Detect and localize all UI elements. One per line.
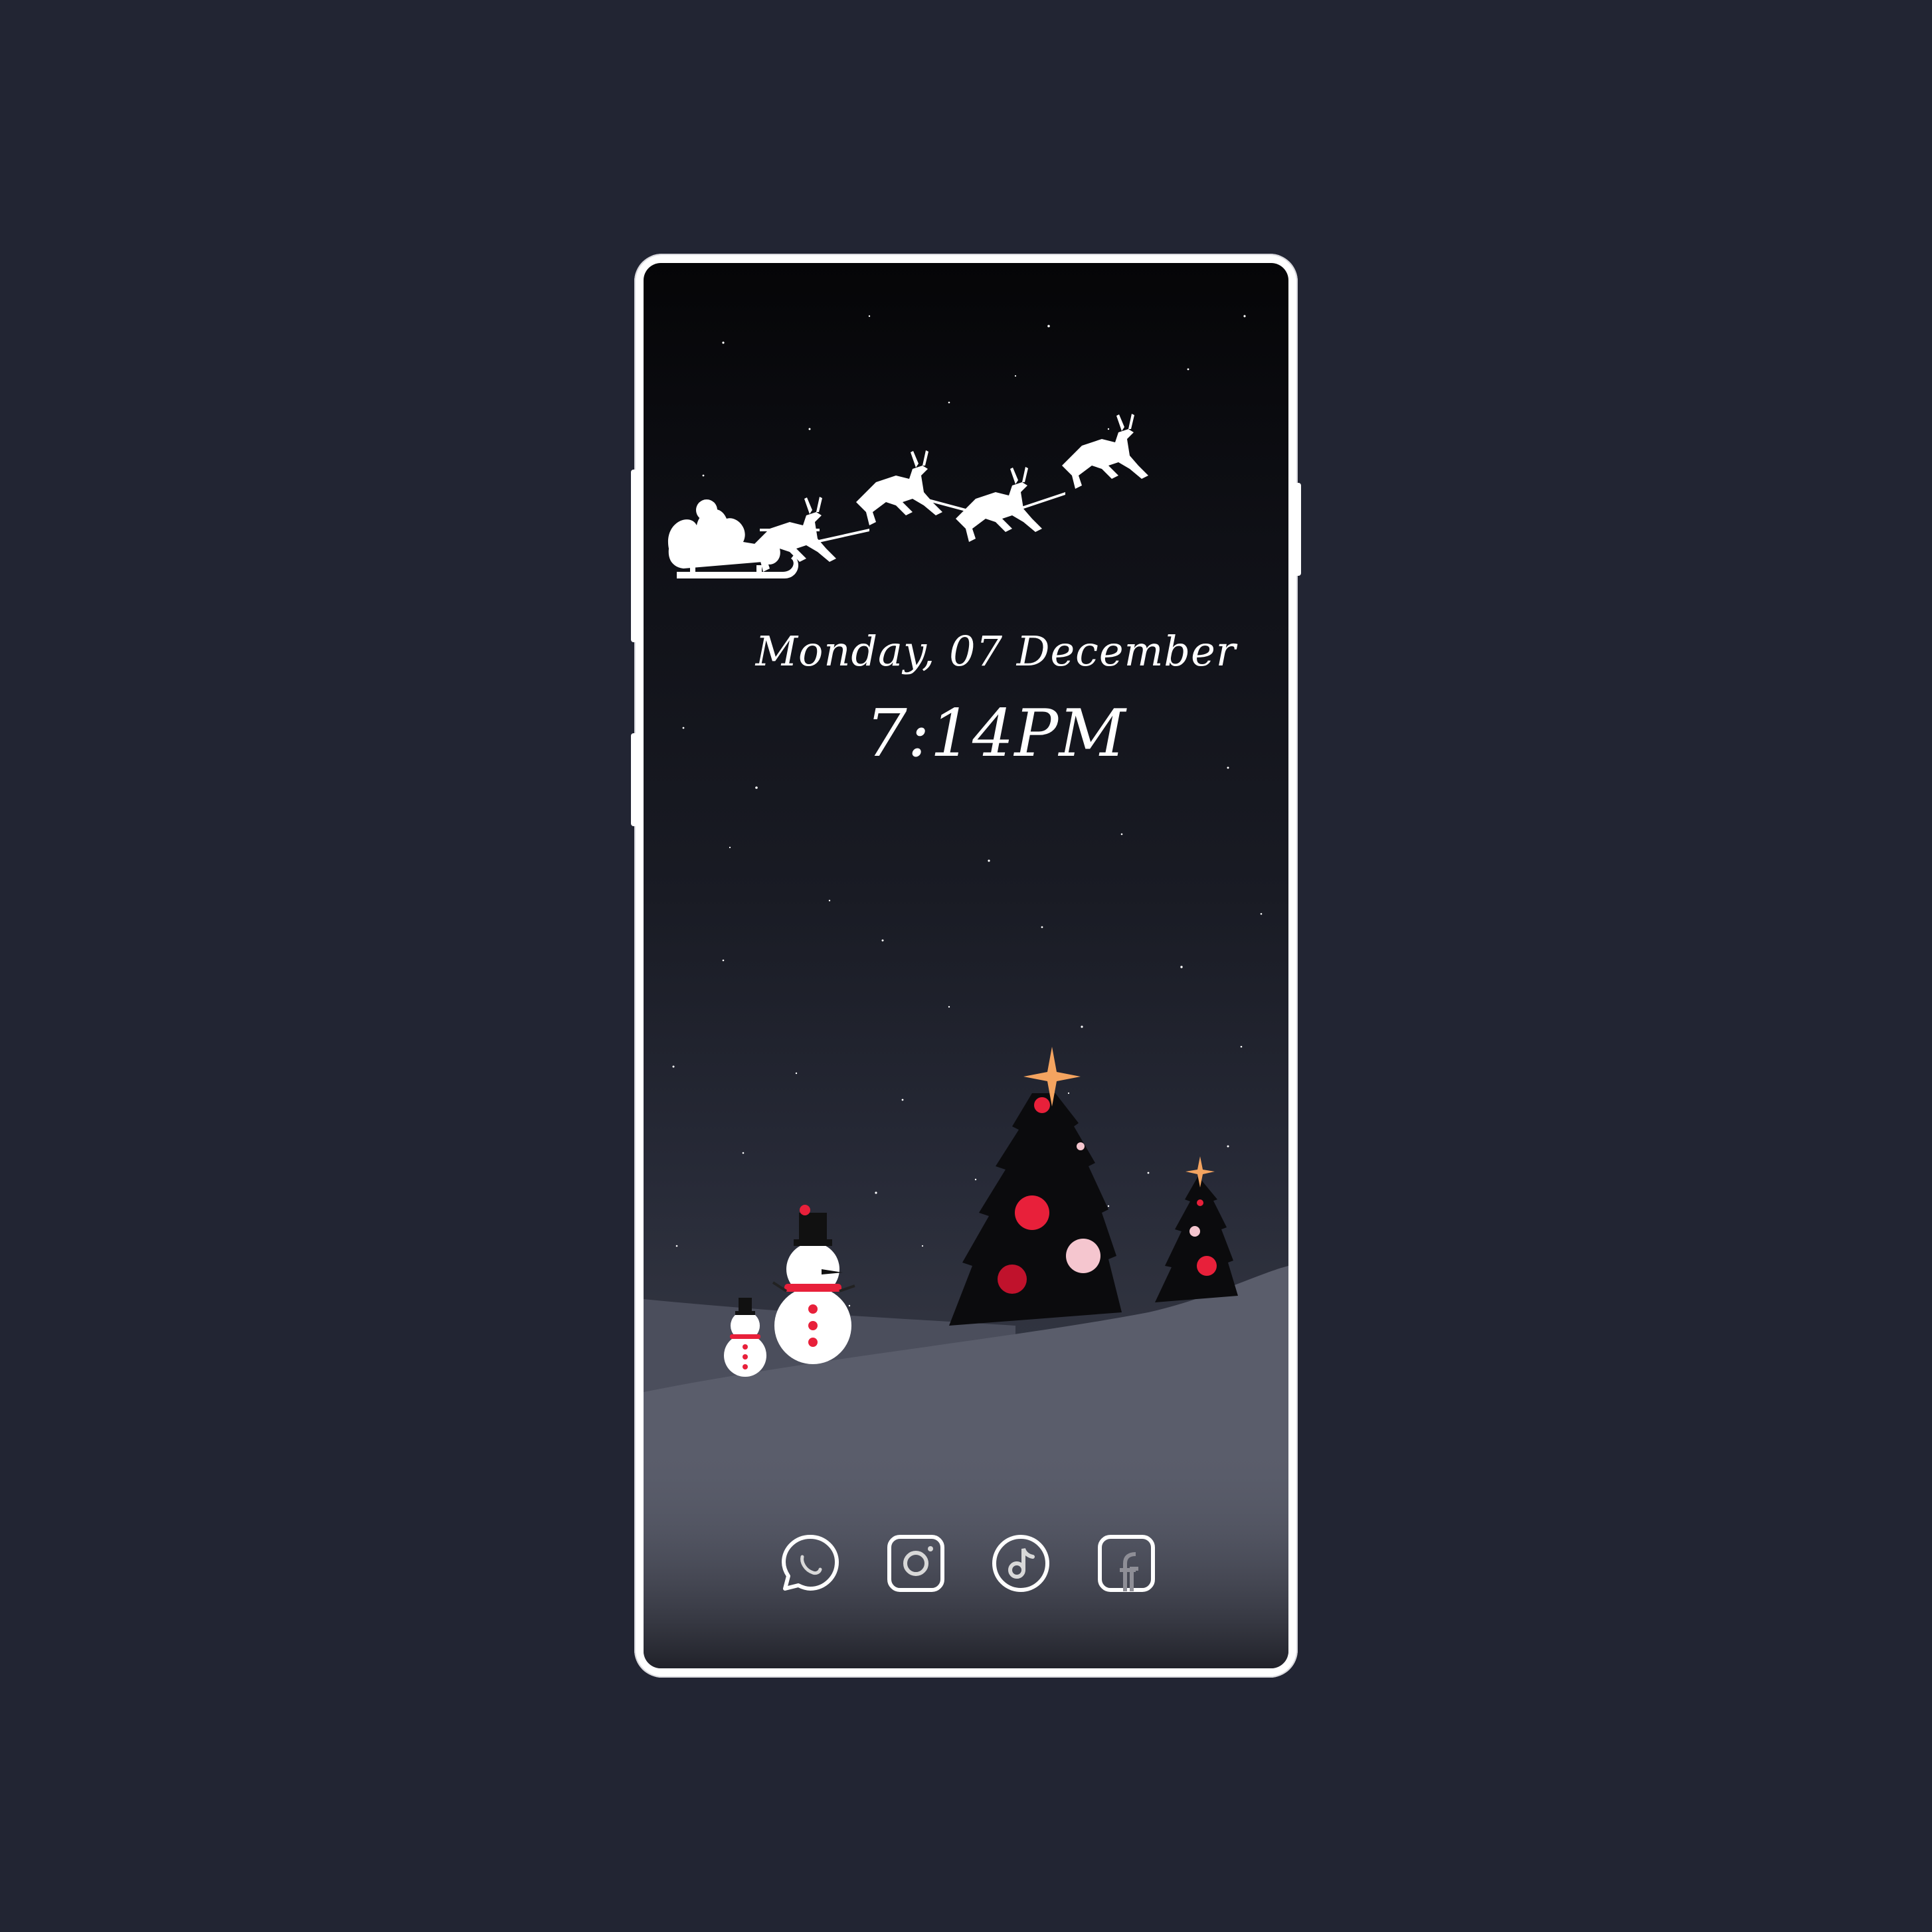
small-christmas-tree	[1155, 1156, 1238, 1302]
app-dock	[644, 1532, 1288, 1605]
lockscreen-clock: 7:14PM	[865, 696, 1126, 772]
volume-button	[631, 470, 638, 642]
facebook-icon	[1098, 1535, 1155, 1592]
dock-app-whatsapp[interactable]	[778, 1532, 842, 1595]
lockscreen-date: Monday, 07 December	[755, 627, 1237, 675]
big-christmas-tree	[949, 1047, 1122, 1326]
dock-app-tiktok[interactable]	[989, 1532, 1053, 1595]
instagram-icon	[887, 1535, 944, 1592]
stars	[672, 315, 1263, 1347]
christmas-wallpaper	[644, 315, 1288, 1668]
tiktok-icon	[992, 1535, 1049, 1592]
phone-frame: Monday, 07 December 7:14PM	[631, 254, 1301, 1678]
lock-screen: Monday, 07 December 7:14PM	[644, 263, 1288, 1668]
power-button	[1294, 483, 1301, 576]
dock-app-instagram[interactable]	[884, 1532, 948, 1595]
bixby-button	[631, 733, 638, 826]
dock-app-facebook[interactable]	[1095, 1532, 1158, 1595]
big-snowman	[772, 1205, 855, 1364]
reindeer-group	[750, 414, 1148, 572]
backdrop: Monday, 07 December 7:14PM	[0, 0, 1932, 1932]
whatsapp-icon	[782, 1535, 839, 1591]
